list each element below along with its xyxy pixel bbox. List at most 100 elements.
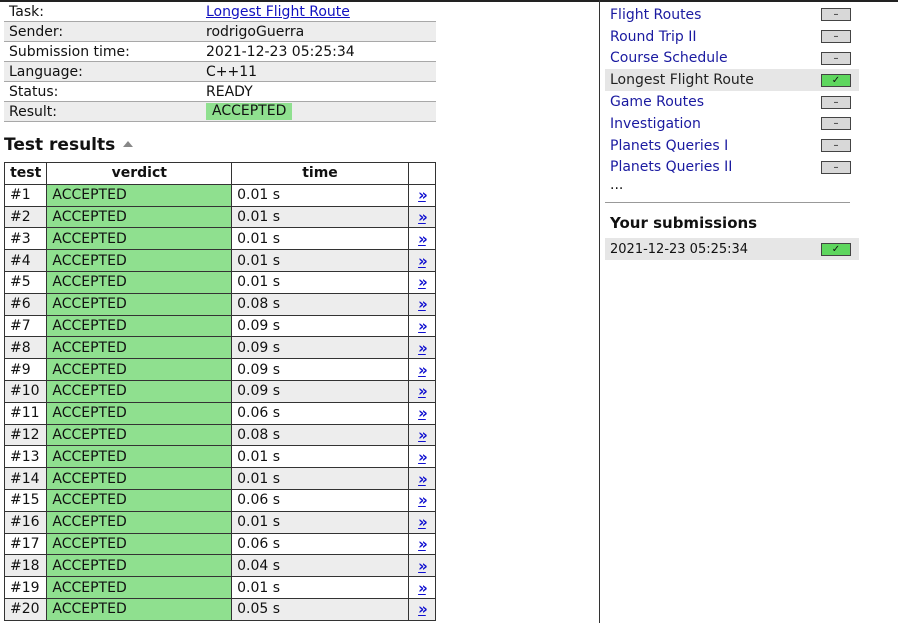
detail-cell: » xyxy=(407,554,437,578)
details-link-icon[interactable]: » xyxy=(418,339,428,357)
test-id: #10 xyxy=(3,379,48,403)
task-item[interactable]: Investigation – xyxy=(605,113,859,135)
task-item[interactable]: Game Routes – xyxy=(605,91,859,113)
summary-row: Task: Longest Flight Route xyxy=(4,2,436,22)
task-item[interactable]: Course Schedule – xyxy=(605,48,859,70)
time: 0.04 s xyxy=(231,554,409,578)
test-id: #19 xyxy=(3,576,48,599)
test-id: #4 xyxy=(3,249,48,272)
summary-row: Submission time: 2021-12-23 05:25:34 xyxy=(4,41,436,62)
task-item[interactable]: Flight Routes – xyxy=(605,4,859,26)
verdict: ACCEPTED xyxy=(46,576,233,599)
task-item[interactable]: Round Trip II – xyxy=(605,26,859,48)
task-item-link[interactable]: Planets Queries I xyxy=(610,138,728,154)
verdict: ACCEPTED xyxy=(46,554,233,578)
details-link-icon[interactable]: » xyxy=(418,535,428,553)
verdict: ACCEPTED xyxy=(46,205,233,229)
details-link-icon[interactable]: » xyxy=(418,513,428,531)
details-link-icon[interactable]: » xyxy=(418,295,428,313)
task-item[interactable]: Planets Queries I – xyxy=(605,135,859,157)
header-time: time xyxy=(231,162,409,185)
summary-key: Task: xyxy=(4,2,201,22)
table-row: #16 ACCEPTED 0.01 s » xyxy=(3,510,437,534)
summary-value: C++11 xyxy=(201,61,436,82)
time: 0.01 s xyxy=(231,227,409,251)
detail-cell: » xyxy=(407,401,437,425)
verdict: ACCEPTED xyxy=(46,227,233,251)
detail-cell: » xyxy=(407,532,437,556)
table-row: #11 ACCEPTED 0.06 s » xyxy=(3,401,437,425)
details-link-icon[interactable]: » xyxy=(418,426,428,444)
table-row: #18 ACCEPTED 0.04 s » xyxy=(3,554,437,578)
table-row: #9 ACCEPTED 0.09 s » xyxy=(3,358,437,381)
test-id: #13 xyxy=(3,445,48,469)
detail-cell: » xyxy=(407,205,437,229)
details-link-icon[interactable]: » xyxy=(418,600,428,618)
task-item[interactable]: Planets Queries II – xyxy=(605,157,859,179)
details-link-icon[interactable]: » xyxy=(418,252,428,270)
table-row: #19 ACCEPTED 0.01 s » xyxy=(3,576,437,599)
time: 0.08 s xyxy=(231,292,409,316)
table-row: #15 ACCEPTED 0.06 s » xyxy=(3,488,437,512)
details-link-icon[interactable]: » xyxy=(418,317,428,335)
summary-value: 2021-12-23 05:25:34 xyxy=(201,41,436,62)
details-link-icon[interactable]: » xyxy=(418,491,428,509)
details-link-icon[interactable]: » xyxy=(418,273,428,291)
detail-cell: » xyxy=(407,423,437,447)
time: 0.01 s xyxy=(231,205,409,229)
test-results-heading[interactable]: Test results xyxy=(4,135,134,155)
time: 0.05 s xyxy=(231,597,409,621)
details-link-icon[interactable]: » xyxy=(418,448,428,466)
test-id: #5 xyxy=(3,270,48,294)
verdict: ACCEPTED xyxy=(46,597,233,621)
details-link-icon[interactable]: » xyxy=(418,470,428,488)
test-id: #15 xyxy=(3,488,48,512)
time: 0.06 s xyxy=(231,532,409,556)
time: 0.09 s xyxy=(231,314,409,338)
table-row: #20 ACCEPTED 0.05 s » xyxy=(3,597,437,621)
verdict: ACCEPTED xyxy=(46,314,233,338)
submission-item[interactable]: 2021-12-23 05:25:34 ✓ xyxy=(605,238,859,260)
summary-value-text: READY xyxy=(206,83,253,100)
verdict: ACCEPTED xyxy=(46,423,233,447)
detail-cell: » xyxy=(407,336,437,360)
task-item[interactable]: Longest Flight Route ✓ xyxy=(605,69,859,92)
details-link-icon[interactable]: » xyxy=(418,186,428,204)
verdict: ACCEPTED xyxy=(46,336,233,360)
task-item-link[interactable]: Round Trip II xyxy=(610,29,696,45)
task-link[interactable]: Longest Flight Route xyxy=(206,4,350,20)
details-link-icon[interactable]: » xyxy=(418,361,428,379)
time: 0.01 s xyxy=(231,445,409,469)
test-id: #6 xyxy=(3,292,48,316)
time: 0.09 s xyxy=(231,336,409,360)
details-link-icon[interactable]: » xyxy=(418,579,428,597)
task-item-link[interactable]: Course Schedule xyxy=(610,50,728,66)
test-id: #9 xyxy=(3,358,48,381)
detail-cell: » xyxy=(407,227,437,251)
task-item-link[interactable]: Flight Routes xyxy=(610,7,701,23)
details-link-icon[interactable]: » xyxy=(418,404,428,422)
time: 0.06 s xyxy=(231,488,409,512)
collapse-arrow-icon[interactable] xyxy=(123,141,134,147)
details-link-icon[interactable]: » xyxy=(418,208,428,226)
time: 0.01 s xyxy=(231,249,409,272)
details-link-icon[interactable]: » xyxy=(418,382,428,400)
time: 0.08 s xyxy=(231,423,409,447)
dash-icon: – xyxy=(821,117,851,131)
details-link-icon[interactable]: » xyxy=(418,230,428,248)
details-link-icon[interactable]: » xyxy=(418,557,428,575)
time: 0.09 s xyxy=(231,379,409,403)
task-item-link[interactable]: Planets Queries II xyxy=(610,159,732,175)
task-item-link[interactable]: Investigation xyxy=(610,116,701,132)
detail-cell: » xyxy=(407,597,437,621)
header-test: test xyxy=(3,162,48,185)
task-item-link[interactable]: Game Routes xyxy=(610,94,704,110)
header-verdict: verdict xyxy=(46,162,233,185)
dash-icon: – xyxy=(821,95,851,109)
summary-key: Submission time: xyxy=(4,41,201,62)
time: 0.06 s xyxy=(231,401,409,425)
detail-cell: » xyxy=(407,576,437,599)
summary-value-text: C++11 xyxy=(206,63,258,80)
detail-cell: » xyxy=(407,358,437,381)
table-row: #10 ACCEPTED 0.09 s » xyxy=(3,379,437,403)
